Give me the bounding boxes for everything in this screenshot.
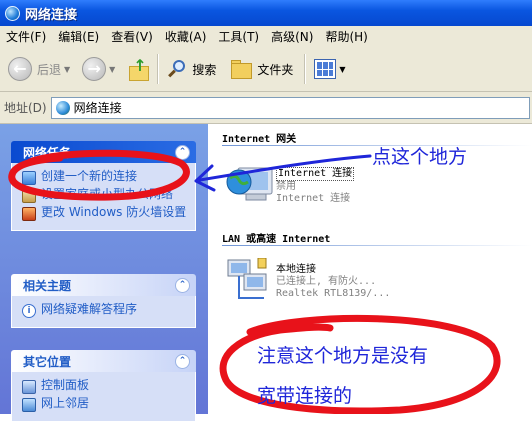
task-home-network[interactable]: 设置家庭或小型办公网络: [22, 188, 189, 203]
forward-button[interactable]: → ▼: [79, 52, 118, 86]
network-tasks-header[interactable]: 网络任务 ⌃: [11, 141, 196, 163]
task-label: 更改 Windows 防火墙设置: [41, 205, 187, 219]
connection-name: Internet 连接: [276, 167, 355, 181]
menu-tools[interactable]: 工具(T): [212, 28, 265, 45]
folders-label: 文件夹: [257, 62, 294, 77]
views-icon: [314, 59, 337, 79]
back-arrow-icon: ←: [8, 57, 32, 81]
up-folder-button[interactable]: ↑: [124, 52, 152, 86]
collapse-icon[interactable]: ⌃: [175, 144, 190, 160]
task-troubleshooter[interactable]: i 网络疑难解答程序: [22, 303, 189, 318]
menu-help[interactable]: 帮助(H): [319, 28, 373, 45]
connection-device: Realtek RTL8139/...: [276, 288, 391, 299]
address-field[interactable]: 网络连接: [50, 96, 530, 119]
address-bar: 地址(D) 网络连接: [0, 92, 532, 124]
toolbar-separator: [304, 54, 307, 84]
internet-connection-text: Internet 连接 禁用 Internet 连接: [276, 167, 355, 205]
firewall-icon: [22, 207, 36, 221]
collapse-icon[interactable]: ⌃: [175, 353, 190, 369]
menu-edit[interactable]: 编辑(E): [52, 28, 105, 45]
menu-file[interactable]: 文件(F): [0, 28, 52, 45]
back-button[interactable]: ← 后退 ▼: [5, 52, 73, 86]
task-label: 设置家庭或小型办公网络: [41, 187, 174, 201]
task-pane: 网络任务 ⌃ 创建一个新的连接 设置家庭或小型办公网络 更改 Windows 防…: [0, 124, 208, 422]
see-also-header[interactable]: 相关主题 ⌃: [11, 274, 196, 296]
see-also-title: 相关主题: [23, 278, 72, 293]
network-tasks-body: 创建一个新的连接 设置家庭或小型办公网络 更改 Windows 防火墙设置: [11, 163, 196, 231]
back-label: 后退: [37, 62, 62, 77]
address-label: 地址(D): [4, 101, 47, 115]
place-label: 网上邻居: [41, 396, 90, 410]
other-places-title: 其它位置: [23, 354, 72, 369]
up-folder-icon: ↑: [127, 58, 150, 81]
views-dropdown-icon[interactable]: ▼: [339, 65, 345, 74]
place-network-neighborhood[interactable]: 网上邻居: [22, 397, 189, 412]
other-places-header[interactable]: 其它位置 ⌃: [11, 350, 196, 372]
connection-status: 已连接上, 有防火...: [276, 276, 377, 287]
annotation-note-line1: 注意这个地方是没有: [257, 345, 429, 367]
connection-status: 禁用: [276, 181, 296, 192]
annotation-note-line2: 宽带连接的: [257, 385, 353, 407]
other-places-body: 控制面板 网上邻居: [11, 372, 196, 422]
control-panel-icon: [22, 380, 36, 394]
info-icon: i: [22, 304, 36, 318]
search-button[interactable]: 搜索: [164, 52, 219, 86]
task-firewall-settings[interactable]: 更改 Windows 防火墙设置: [22, 206, 189, 221]
connections-view: Internet 网关 Internet 连接 禁用 Internet 连接 L…: [208, 124, 532, 414]
task-label: 创建一个新的连接: [41, 169, 138, 183]
place-control-panel[interactable]: 控制面板: [22, 379, 189, 394]
group-title-lan: LAN 或高速 Internet: [222, 234, 331, 245]
internet-gateway-icon: [226, 167, 273, 201]
forward-dropdown-icon[interactable]: ▼: [109, 65, 115, 74]
other-places-box: 其它位置 ⌃ 控制面板 网上邻居: [11, 350, 196, 422]
forward-arrow-icon: →: [82, 57, 107, 81]
local-connection-text: 本地连接 已连接上, 有防火... Realtek RTL8139/...: [276, 264, 390, 300]
toolbar: ← 后退 ▼ → ▼ ↑ 搜索 文件夹 ▼: [0, 47, 532, 92]
menu-favorites[interactable]: 收藏(A): [159, 28, 213, 45]
menu-view[interactable]: 查看(V): [105, 28, 159, 45]
place-label: 控制面板: [41, 378, 90, 392]
search-label: 搜索: [192, 62, 217, 77]
task-create-connection[interactable]: 创建一个新的连接: [22, 170, 189, 185]
title-bar: 网络连接: [0, 0, 532, 26]
folders-button[interactable]: 文件夹: [227, 52, 296, 86]
search-icon: [167, 59, 187, 79]
see-also-body: i 网络疑难解答程序: [11, 296, 196, 328]
connection-name: 本地连接: [276, 264, 316, 275]
back-dropdown-icon[interactable]: ▼: [64, 65, 70, 74]
new-connection-icon: [22, 171, 36, 185]
home-network-icon: [22, 189, 36, 203]
folders-icon: [230, 60, 253, 79]
network-tasks-box: 网络任务 ⌃ 创建一个新的连接 设置家庭或小型办公网络 更改 Windows 防…: [11, 141, 196, 231]
views-button[interactable]: ▼: [311, 52, 348, 86]
group-title-gateway: Internet 网关: [222, 134, 297, 145]
collapse-icon[interactable]: ⌃: [175, 277, 190, 293]
see-also-box: 相关主题 ⌃ i 网络疑难解答程序: [11, 274, 196, 328]
window-title: 网络连接: [25, 7, 78, 23]
group-divider: [222, 245, 532, 246]
lan-connection-icon: [227, 258, 267, 299]
toolbar-separator: [157, 54, 160, 84]
task-label: 网络疑难解答程序: [41, 302, 138, 316]
network-tasks-title: 网络任务: [23, 145, 72, 160]
network-places-icon: [22, 398, 36, 412]
network-window-icon: [5, 5, 20, 21]
menu-advanced[interactable]: 高级(N): [265, 28, 319, 45]
address-value: 网络连接: [73, 101, 122, 115]
connection-device: Internet 连接: [276, 193, 351, 204]
menu-bar: 文件(F) 编辑(E) 查看(V) 收藏(A) 工具(T) 高级(N) 帮助(H…: [0, 26, 532, 48]
network-globe-icon: [55, 100, 70, 115]
annotation-arrow-note: 点这个地方: [372, 146, 468, 168]
